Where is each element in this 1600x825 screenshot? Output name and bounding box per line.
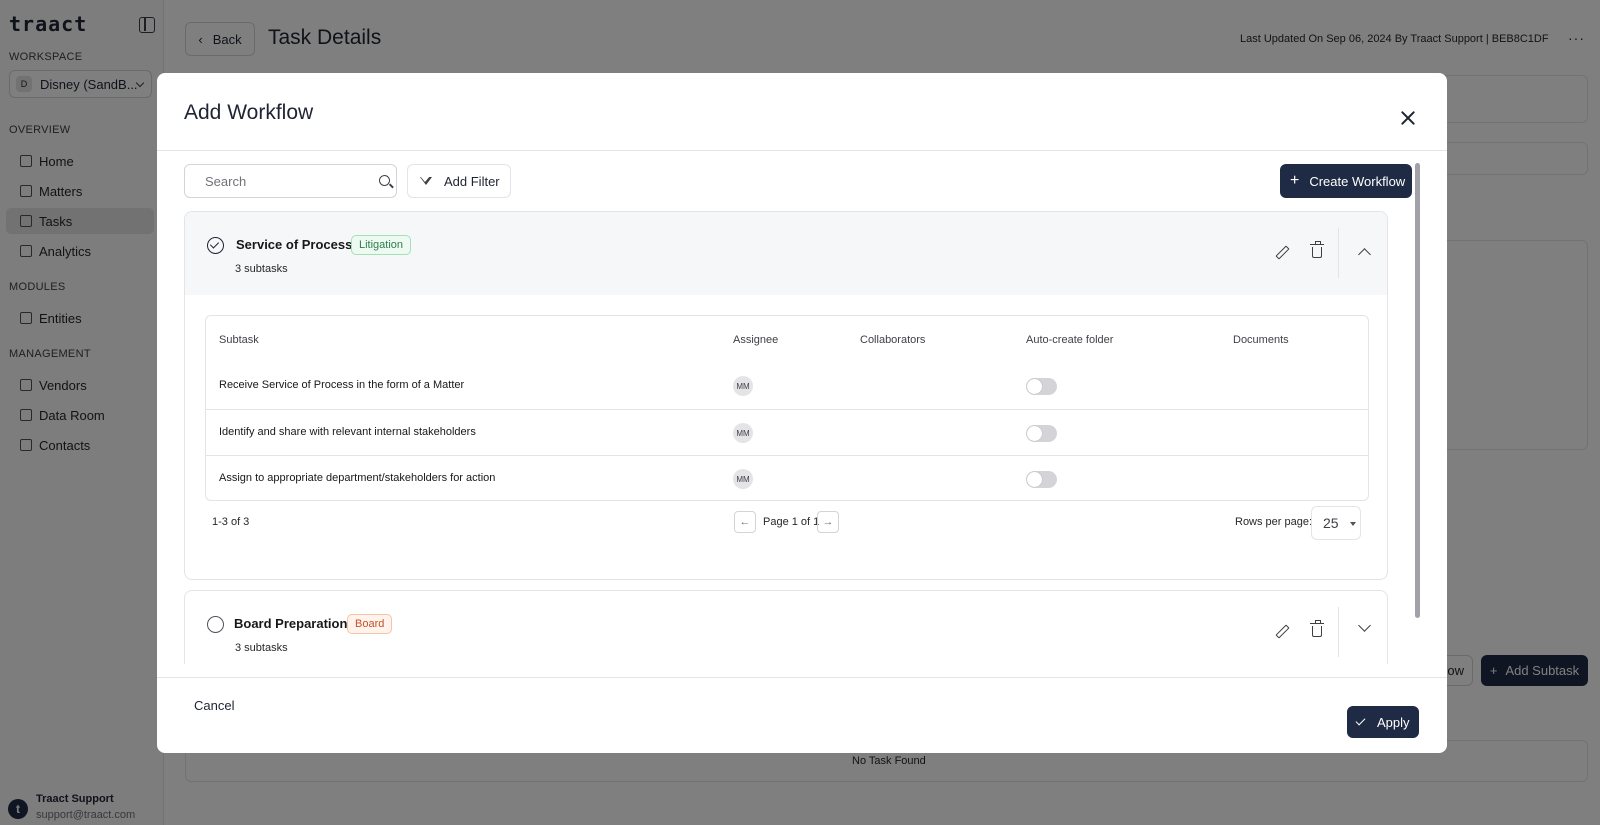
- assignee-avatar: MM: [733, 423, 753, 443]
- auto-create-folder-toggle[interactable]: [1026, 378, 1057, 395]
- scrollbar[interactable]: [1415, 163, 1420, 618]
- rows-per-page-select[interactable]: 25: [1311, 506, 1361, 540]
- arrow-left-icon[interactable]: ←: [734, 511, 756, 533]
- divider: [1338, 228, 1339, 278]
- add-filter-button[interactable]: Add Filter: [407, 164, 511, 198]
- create-workflow-button[interactable]: + Create Workflow: [1280, 164, 1412, 198]
- edit-icon[interactable]: [1275, 246, 1287, 258]
- edit-icon[interactable]: [1275, 625, 1287, 637]
- trash-icon[interactable]: [1310, 241, 1324, 258]
- assignee-avatar: MM: [733, 376, 753, 396]
- workflow-tag: Board: [347, 614, 393, 634]
- workflow-list[interactable]: Service of Process Litigation 3 subtasks…: [184, 211, 1388, 664]
- add-filter-label: Add Filter: [444, 173, 500, 189]
- workflow-tag: Litigation: [351, 235, 412, 255]
- apply-button[interactable]: Apply: [1347, 706, 1419, 738]
- cancel-button[interactable]: Cancel: [194, 698, 234, 713]
- table-row: Identify and share with relevant interna…: [206, 409, 1368, 455]
- close-icon[interactable]: [1400, 110, 1416, 126]
- pagination-page: Page 1 of 1: [763, 516, 820, 528]
- divider: [157, 677, 1447, 678]
- search-input[interactable]: [185, 165, 355, 197]
- create-workflow-label: Create Workflow: [1309, 173, 1406, 189]
- workflow-name: Service of Process: [236, 237, 353, 252]
- table-row: Assign to appropriate department/stakeho…: [206, 455, 1368, 501]
- assignee-avatar: MM: [733, 469, 753, 489]
- subtask-name: Assign to appropriate department/stakeho…: [219, 472, 496, 484]
- arrow-right-icon[interactable]: →: [817, 511, 839, 533]
- subtask-count: 3 subtasks: [235, 263, 288, 275]
- pagination-range: 1-3 of 3: [212, 516, 250, 528]
- subtask-name: Identify and share with relevant interna…: [219, 426, 476, 438]
- divider: [1338, 607, 1339, 657]
- search-field[interactable]: [184, 164, 397, 198]
- caret-down-icon: [1350, 522, 1356, 526]
- column-header-assignee: Assignee: [733, 334, 779, 346]
- column-header-auto-create-folder: Auto-create folder: [1026, 334, 1114, 346]
- plus-icon: +: [1290, 172, 1300, 189]
- rows-per-page-value: 25: [1323, 515, 1339, 531]
- add-workflow-modal: Add Workflow Add Filter + Create Workflo…: [157, 73, 1447, 753]
- column-header-collaborators: Collaborators: [860, 334, 926, 346]
- workflow-card-board-preparation[interactable]: Board Preparation Board 3 subtasks: [184, 590, 1388, 664]
- workflow-header[interactable]: Service of Process Litigation 3 subtasks: [185, 212, 1387, 295]
- subtask-table: Subtask Assignee Collaborators Auto-crea…: [205, 315, 1369, 501]
- radio-circle-icon[interactable]: [207, 616, 224, 633]
- filter-icon: [420, 176, 432, 185]
- checked-circle-icon[interactable]: [207, 237, 224, 254]
- apply-label: Apply: [1377, 714, 1410, 730]
- auto-create-folder-toggle[interactable]: [1026, 425, 1057, 442]
- search-icon[interactable]: [379, 175, 390, 186]
- workflow-card-service-of-process[interactable]: Service of Process Litigation 3 subtasks…: [184, 211, 1388, 580]
- column-header-documents: Documents: [1233, 334, 1289, 346]
- subtask-count: 3 subtasks: [235, 642, 288, 654]
- modal-title: Add Workflow: [184, 101, 314, 124]
- auto-create-folder-toggle[interactable]: [1026, 471, 1057, 488]
- workflow-header[interactable]: Board Preparation Board 3 subtasks: [185, 591, 1387, 664]
- trash-icon[interactable]: [1310, 620, 1324, 637]
- subtask-name: Receive Service of Process in the form o…: [219, 379, 465, 391]
- check-icon: [1355, 715, 1366, 726]
- chevron-down-icon[interactable]: [1358, 619, 1371, 632]
- rows-per-page-label: Rows per page:: [1235, 516, 1313, 528]
- divider: [157, 150, 1447, 151]
- table-row: Receive Service of Process in the form o…: [206, 363, 1368, 409]
- column-header-subtask: Subtask: [219, 334, 259, 346]
- chevron-up-icon[interactable]: [1358, 248, 1371, 261]
- workflow-name: Board Preparation: [234, 616, 348, 631]
